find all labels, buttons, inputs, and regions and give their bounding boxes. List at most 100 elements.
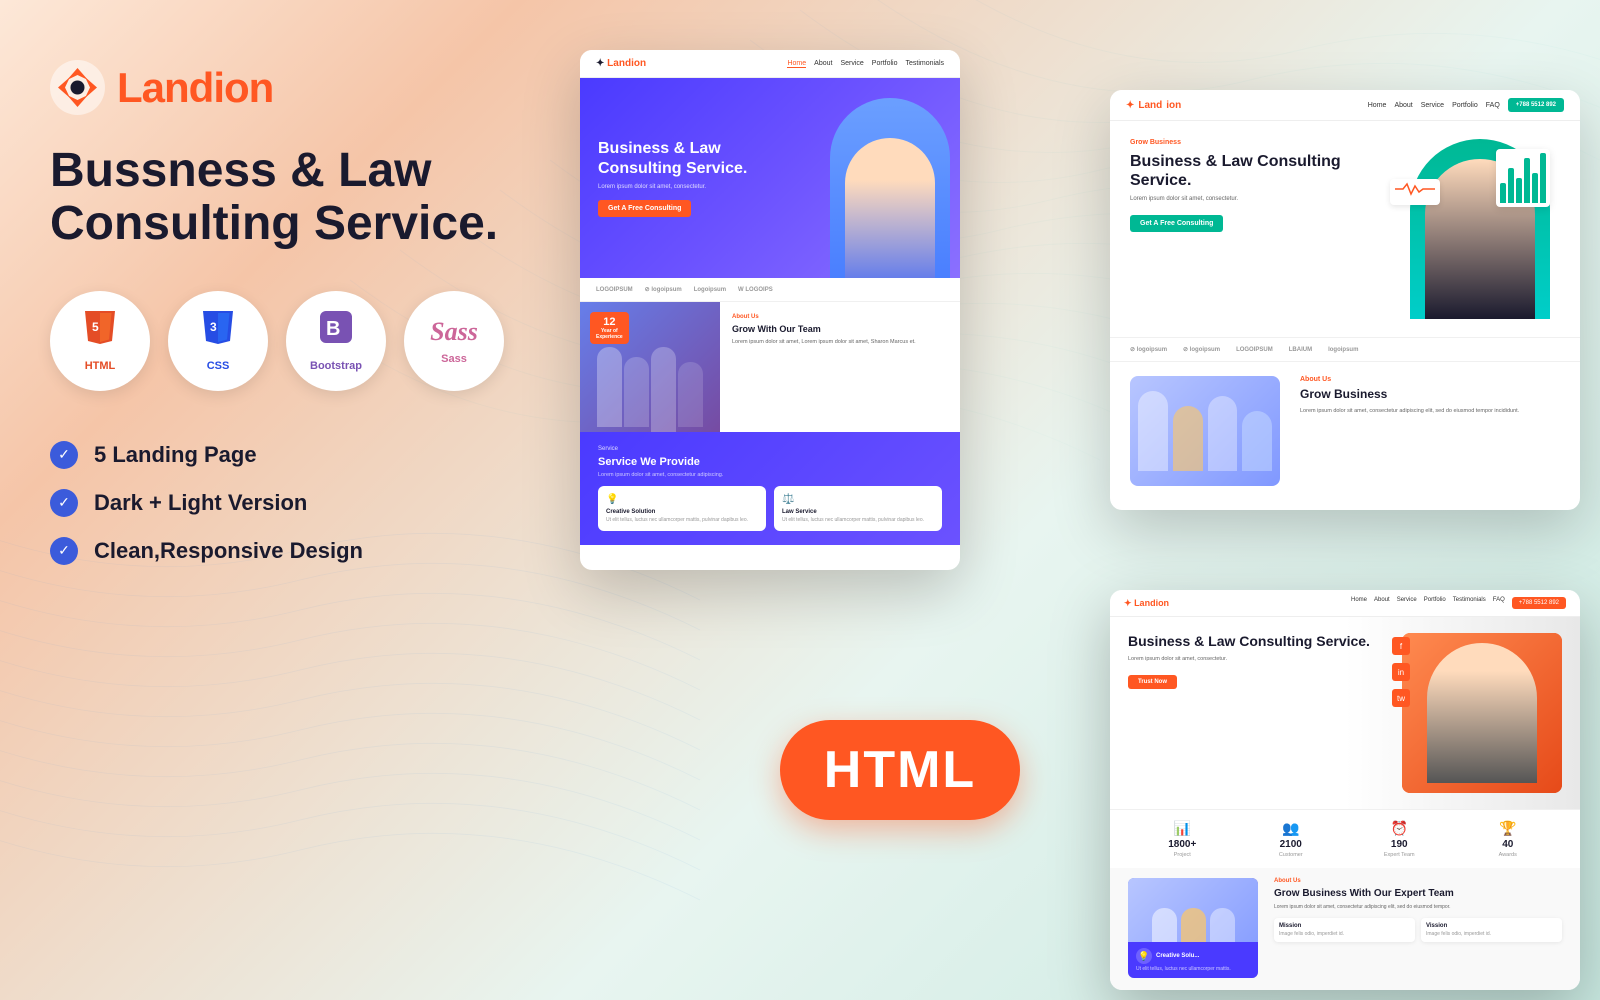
s3-hero-right bbox=[1402, 633, 1562, 793]
s2-phone-btn[interactable]: +788 5512 892 bbox=[1508, 98, 1564, 112]
mockup-container: ✦ Landion Home About Service Portfolio T… bbox=[560, 0, 1600, 1000]
s3-stat-num-1: 1800+ bbox=[1168, 839, 1196, 850]
s2-logos-bar: ⊘ logoipsum ⊘ logoipsum LOGOIPSUM LBAIUM… bbox=[1110, 337, 1580, 362]
feature-item-2: ✓ Dark + Light Version bbox=[50, 489, 510, 517]
s3-about-title: Grow Business With Our Expert Team bbox=[1274, 887, 1562, 900]
s2-about-section: About Us Grow Business Lorem ipsum dolor… bbox=[1110, 362, 1580, 500]
s2-about-text: Lorem ipsum dolor sit amet, consectetur … bbox=[1300, 407, 1560, 416]
s2-nav: ✦ Landion Home About Service Portfolio F… bbox=[1110, 90, 1580, 121]
s3-nav-faq[interactable]: FAQ bbox=[1493, 597, 1505, 609]
s3-vision-text: Image felis odio, imperdiet id. bbox=[1426, 931, 1557, 937]
s1-about-title: Grow With Our Team bbox=[732, 324, 948, 334]
s3-nav-service[interactable]: Service bbox=[1397, 597, 1417, 609]
s2-about-tag: About Us bbox=[1300, 376, 1560, 383]
s3-nav-logo-orange: ion bbox=[1156, 598, 1170, 608]
logo-area: Landion bbox=[50, 60, 510, 115]
bootstrap-badge: B Bootstrap bbox=[286, 291, 386, 391]
s2-nav-about[interactable]: About bbox=[1394, 102, 1412, 109]
sass-label: Sass bbox=[441, 353, 467, 365]
s1-nav-links: Home About Service Portfolio Testimonial… bbox=[787, 60, 944, 68]
s3-stat-label-2: Customer bbox=[1279, 852, 1303, 858]
s1-creative-title: Creative Solution bbox=[606, 509, 758, 515]
s2-hero-sub: Lorem ipsum dolor sit amet, consectetur. bbox=[1130, 196, 1394, 202]
s3-nav-logo: ✦ Landion bbox=[1124, 598, 1169, 609]
s3-creative-title: Creative Solu... bbox=[1156, 953, 1199, 959]
html-badge-text: HTML bbox=[824, 740, 976, 800]
s3-social-1[interactable]: f bbox=[1392, 637, 1410, 655]
s1-hero: Business & Law Consulting Service. Lorem… bbox=[580, 78, 960, 278]
check-icon-3: ✓ bbox=[50, 537, 78, 565]
s3-stat-icon-1: 📊 bbox=[1174, 820, 1191, 837]
s1-law-title: Law Service bbox=[782, 509, 934, 515]
feature-item-1: ✓ 5 Landing Page bbox=[50, 441, 510, 469]
s3-side-icons: f in tw bbox=[1392, 637, 1410, 707]
s3-stat-icon-3: ⏰ bbox=[1391, 820, 1408, 837]
s1-hero-title: Business & Law Consulting Service. bbox=[598, 139, 758, 177]
s3-mission-text: Image felis odio, imperdiet id. bbox=[1279, 931, 1410, 937]
left-panel: Landion Bussness & Law Consulting Servic… bbox=[0, 0, 560, 1000]
s1-about-section: 12 Year of Experience Abou bbox=[580, 302, 960, 432]
s1-nav-logo-black: Land bbox=[607, 58, 631, 69]
s3-hero-left: Business & Law Consulting Service. Lorem… bbox=[1128, 633, 1388, 793]
s2-nav-service[interactable]: Service bbox=[1421, 102, 1444, 109]
s1-logo-3: Logoipsum bbox=[694, 287, 726, 293]
s2-nav-faq[interactable]: FAQ bbox=[1486, 102, 1500, 109]
css-badge: 3 CSS bbox=[168, 291, 268, 391]
s2-pulse-overlay bbox=[1390, 179, 1440, 205]
s3-nav-home[interactable]: Home bbox=[1351, 597, 1367, 609]
s3-nav-links: Home About Service Portfolio Testimonial… bbox=[1351, 597, 1566, 609]
s1-nav-portfolio[interactable]: Portfolio bbox=[872, 60, 898, 68]
chart-bar-6 bbox=[1540, 153, 1546, 203]
html-icon: 5 bbox=[82, 309, 118, 354]
brand-name: Landion bbox=[117, 64, 273, 112]
s3-about-text: Lorem ipsum dolor sit amet, consectetur … bbox=[1274, 904, 1562, 912]
s3-nav-portfolio[interactable]: Portfolio bbox=[1424, 597, 1446, 609]
feature-text-3: Clean,Responsive Design bbox=[94, 538, 363, 564]
s2-nav-portfolio[interactable]: Portfolio bbox=[1452, 102, 1478, 109]
s3-social-2[interactable]: in bbox=[1392, 663, 1410, 681]
s1-about-content: About Us Grow With Our Team Lorem ipsum … bbox=[720, 302, 960, 432]
s1-creative-card: 💡 Creative Solution Ut elit tellus, luct… bbox=[598, 486, 766, 531]
s3-nav: ✦ Landion Home About Service Portfolio T… bbox=[1110, 590, 1580, 617]
brand-logo-icon bbox=[50, 60, 105, 115]
s3-stat-num-3: 190 bbox=[1391, 839, 1408, 850]
s3-vision-card: Vission Image felis odio, imperdiet id. bbox=[1421, 918, 1562, 942]
s3-about-content: About Us Grow Business With Our Expert T… bbox=[1274, 878, 1562, 978]
bootstrap-label: Bootstrap bbox=[310, 360, 362, 372]
s1-logo-4: W LOGOIPS bbox=[738, 287, 773, 293]
s1-nav-service[interactable]: Service bbox=[840, 60, 863, 68]
s3-nav-logo-black: Land bbox=[1134, 598, 1156, 608]
s2-about-content: About Us Grow Business Lorem ipsum dolor… bbox=[1300, 376, 1560, 486]
s3-stat-awards: 🏆 40 Awards bbox=[1454, 820, 1563, 858]
s2-hero-right bbox=[1410, 139, 1560, 319]
svg-text:3: 3 bbox=[210, 320, 217, 334]
svg-text:5: 5 bbox=[92, 320, 99, 334]
chart-bar-3 bbox=[1516, 178, 1522, 203]
main-content: Landion Bussness & Law Consulting Servic… bbox=[0, 0, 1600, 1000]
s3-about-section: 💡 Creative Solu... Ut elit tellus, luctu… bbox=[1110, 868, 1580, 988]
s3-phone-btn[interactable]: +788 5512 892 bbox=[1512, 597, 1566, 609]
s3-creative-text: Ut elit tellus, luctus nec ullamcorper m… bbox=[1136, 966, 1250, 972]
s1-nav-home[interactable]: Home bbox=[787, 60, 806, 68]
s1-hero-btn[interactable]: Get A Free Consulting bbox=[598, 200, 691, 217]
s1-logo-2: ⊘ logoipsum bbox=[645, 286, 682, 293]
s1-nav-about[interactable]: About bbox=[814, 60, 832, 68]
s2-nav-logo-orange: ion bbox=[1166, 100, 1181, 111]
screen-3: ✦ Landion Home About Service Portfolio T… bbox=[1110, 590, 1580, 990]
s3-hero-btn[interactable]: Trust Now bbox=[1128, 675, 1177, 689]
s3-vision-title: Vission bbox=[1426, 923, 1557, 929]
css-icon: 3 bbox=[200, 309, 236, 354]
s3-nav-about[interactable]: About bbox=[1374, 597, 1390, 609]
s3-stat-label-4: Awards bbox=[1499, 852, 1517, 858]
s3-social-3[interactable]: tw bbox=[1392, 689, 1410, 707]
s3-stat-icon-2: 👥 bbox=[1282, 820, 1299, 837]
s2-nav-logo: ✦ Landion bbox=[1126, 100, 1181, 111]
s2-nav-home[interactable]: Home bbox=[1368, 102, 1387, 109]
s3-stat-team: ⏰ 190 Expert Team bbox=[1345, 820, 1454, 858]
html-badge: 5 HTML bbox=[50, 291, 150, 391]
s2-hero-btn[interactable]: Get A Free Consulting bbox=[1130, 215, 1223, 232]
s3-nav-testimonials[interactable]: Testimonials bbox=[1453, 597, 1486, 609]
s1-nav-logo: ✦ Landion bbox=[596, 58, 646, 69]
s1-service-tag: Service bbox=[598, 446, 942, 452]
s1-nav-testimonials[interactable]: Testimonials bbox=[905, 60, 944, 68]
